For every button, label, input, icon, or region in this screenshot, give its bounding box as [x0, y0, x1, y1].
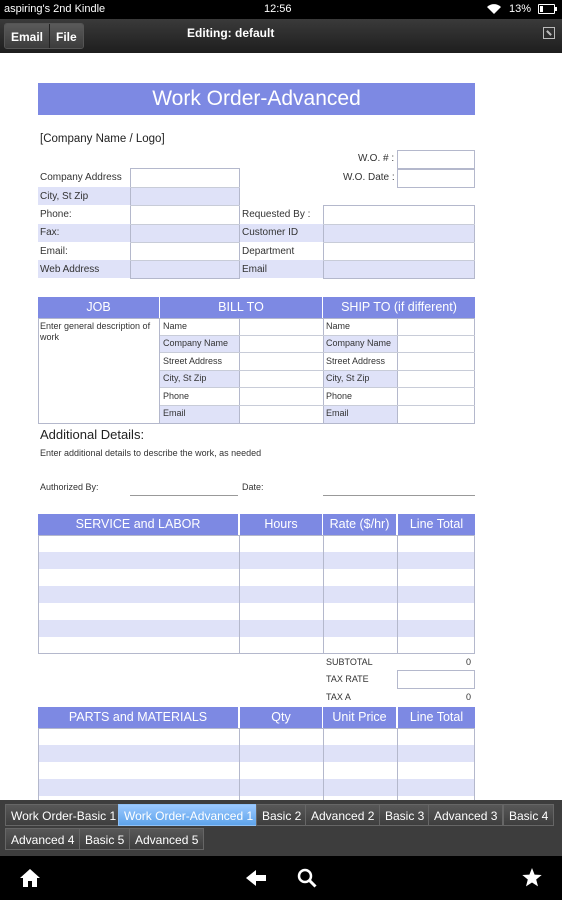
rate-header: Rate ($/hr) — [323, 514, 396, 535]
additional-details-label: Additional Details: — [40, 427, 145, 442]
tab-advanced-4[interactable]: Advanced 4 — [5, 828, 81, 850]
department-label: Department — [242, 246, 295, 257]
company-address-label: Company Address — [40, 172, 122, 183]
parts-line-total-header: Line Total — [398, 707, 475, 728]
service-header: SERVICE and LABOR — [38, 514, 238, 535]
tax-rate-label: TAX RATE — [326, 674, 369, 684]
bill-email-label: Email — [163, 408, 186, 418]
city-st-zip-label: City, St Zip — [40, 191, 89, 202]
wo-date-input[interactable] — [397, 169, 475, 188]
bill-name-label: Name — [163, 321, 188, 331]
tax-a-label: TAX A — [326, 692, 351, 702]
back-icon[interactable] — [245, 869, 267, 887]
unit-price-header: Unit Price — [323, 707, 396, 728]
ship-city-label: City, St Zip — [326, 373, 370, 383]
wo-number-label: W.O. # : — [358, 153, 395, 164]
battery-percent: 13% — [509, 3, 532, 15]
web-address-label: Web Address — [40, 264, 100, 275]
app-toolbar: Email File Editing: default — [0, 19, 562, 53]
wifi-icon — [487, 4, 501, 14]
line-total-header: Line Total — [398, 514, 475, 535]
email-label: Email: — [40, 246, 68, 257]
ship-name-label: Name — [326, 321, 351, 331]
fullscreen-icon[interactable] — [543, 27, 555, 39]
tax-rate-input[interactable] — [397, 670, 475, 689]
spreadsheet-sheet[interactable]: Work Order-Advanced [Company Name / Logo… — [0, 53, 562, 800]
toolbar-button-group: Email File — [4, 23, 84, 49]
tab-advanced-3[interactable]: Advanced 3 — [428, 804, 504, 826]
wo-number-input[interactable] — [397, 150, 475, 169]
navigation-bar — [0, 856, 562, 900]
device-name: aspiring's 2nd Kindle — [4, 3, 106, 15]
qty-header: Qty — [240, 707, 322, 728]
tab-advanced-2[interactable]: Advanced 2 — [305, 804, 381, 826]
bill-phone-label: Phone — [163, 391, 190, 401]
editing-title: Editing: default — [187, 26, 275, 40]
subtotal-value: 0 — [466, 657, 472, 667]
document-title: Work Order-Advanced — [38, 83, 475, 115]
tab-basic-4[interactable]: Basic 4 — [503, 804, 555, 826]
tab-basic-3[interactable]: Basic 3 — [379, 804, 431, 826]
ship-street-label: Street Address — [326, 356, 386, 366]
clock: 12:56 — [264, 3, 292, 15]
date-label: Date: — [242, 482, 264, 492]
tab-basic-5[interactable]: Basic 5 — [79, 828, 131, 850]
job-header: JOB — [38, 297, 159, 318]
fax-label: Fax: — [40, 227, 60, 238]
wo-date-label: W.O. Date : — [343, 172, 395, 183]
status-bar: aspiring's 2nd Kindle 12:56 13% — [0, 0, 562, 19]
sheet-tabs: Work Order-Basic 1 Work Order-Advanced 1… — [0, 800, 562, 856]
customer-id-label: Customer ID — [242, 227, 299, 238]
ship-email-label: Email — [326, 408, 349, 418]
tab-work-order-advanced-1[interactable]: Work Order-Advanced 1 — [118, 804, 260, 826]
company-logo-placeholder[interactable]: [Company Name / Logo] — [40, 133, 165, 145]
ship-company-label: Company Name — [326, 338, 392, 348]
requested-by-label: Requested By : — [242, 209, 311, 220]
ship-to-header: SHIP TO (if different) — [323, 297, 475, 318]
file-button[interactable]: File — [49, 24, 83, 48]
subtotal-label: SUBTOTAL — [326, 657, 373, 667]
authorized-by-label: Authorized By: — [40, 482, 99, 492]
home-icon[interactable] — [19, 868, 41, 888]
authorized-by-line[interactable] — [130, 495, 238, 496]
parts-header: PARTS and MATERIALS — [38, 707, 238, 728]
search-icon[interactable] — [297, 868, 317, 888]
additional-details-text[interactable]: Enter additional details to describe the… — [40, 448, 261, 458]
phone-label: Phone: — [40, 209, 72, 220]
bill-to-header: BILL TO — [160, 297, 322, 318]
email2-label: Email — [242, 264, 268, 275]
hours-header: Hours — [240, 514, 322, 535]
date-line[interactable] — [323, 495, 475, 496]
bill-city-label: City, St Zip — [163, 373, 207, 383]
tax-a-value: 0 — [466, 692, 472, 702]
favorite-icon[interactable] — [521, 867, 543, 888]
bill-company-label: Company Name — [163, 338, 229, 348]
bill-street-label: Street Address — [163, 356, 223, 366]
email-button[interactable]: Email — [5, 24, 50, 48]
tab-basic-2[interactable]: Basic 2 — [256, 804, 308, 826]
tab-work-order-basic-1[interactable]: Work Order-Basic 1 — [5, 804, 123, 826]
battery-icon — [538, 4, 557, 14]
ship-phone-label: Phone — [326, 391, 353, 401]
job-description[interactable]: Enter general description of work — [40, 321, 158, 343]
tab-advanced-5[interactable]: Advanced 5 — [129, 828, 205, 850]
